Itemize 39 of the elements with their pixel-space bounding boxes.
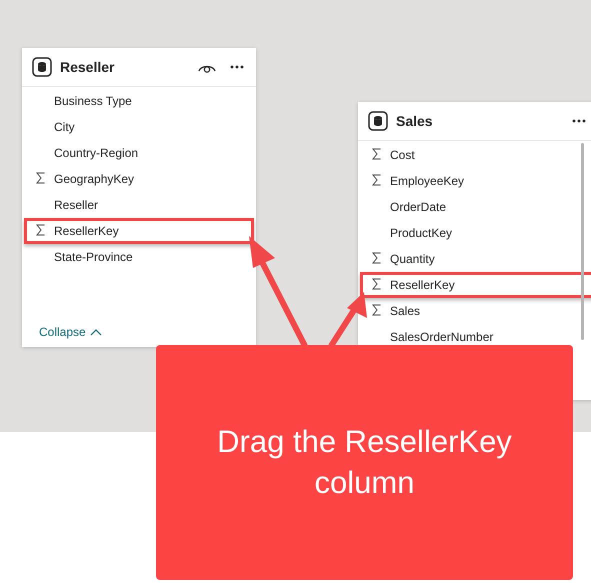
field-name: Reseller [54,198,98,212]
field-row[interactable]: Quantity [360,246,591,272]
field-row[interactable]: ResellerKey [24,218,254,244]
field-name: Business Type [54,94,132,108]
database-icon [32,57,52,77]
table-title: Sales [396,113,434,129]
field-name: SalesOrderNumber [390,330,494,344]
database-icon [368,111,388,131]
scrollbar[interactable] [581,143,584,340]
field-row[interactable]: ResellerKey [360,272,591,298]
table-card[interactable]: Reseller Business Type City Country-Region GeographyKey Reseller ResellerKey State-Province Collapse [22,48,256,347]
field-name: Sales [390,304,420,318]
field-row[interactable]: Cost [360,142,591,168]
field-row[interactable]: Country-Region [24,140,254,166]
field-name: OrderDate [390,200,446,214]
field-name: City [54,120,75,134]
field-name: Cost [390,148,415,162]
field-row[interactable]: Business Type [24,88,254,114]
field-name: ResellerKey [390,278,455,292]
field-name: ResellerKey [54,224,119,238]
field-name: Country-Region [54,146,138,160]
more-icon[interactable] [230,65,244,69]
table-title: Reseller [60,59,116,75]
field-row[interactable]: ProductKey [360,220,591,246]
callout-text: Drag the ResellerKey column [216,423,513,502]
field-row[interactable]: City [24,114,254,140]
field-name: EmployeeKey [390,174,464,188]
field-name: Quantity [390,252,435,266]
more-icon[interactable] [572,119,586,123]
field-row[interactable]: GeographyKey [24,166,254,192]
field-name: ProductKey [390,226,452,240]
field-row[interactable]: OrderDate [360,194,591,220]
field-name: State-Province [54,250,133,264]
field-name: GeographyKey [54,172,134,186]
field-row[interactable]: Reseller [24,192,254,218]
field-row[interactable]: State-Province [24,244,254,270]
chevron-up-icon[interactable] [90,328,102,336]
field-row[interactable]: EmployeeKey [360,168,591,194]
collapse-link[interactable]: Collapse [39,325,102,339]
